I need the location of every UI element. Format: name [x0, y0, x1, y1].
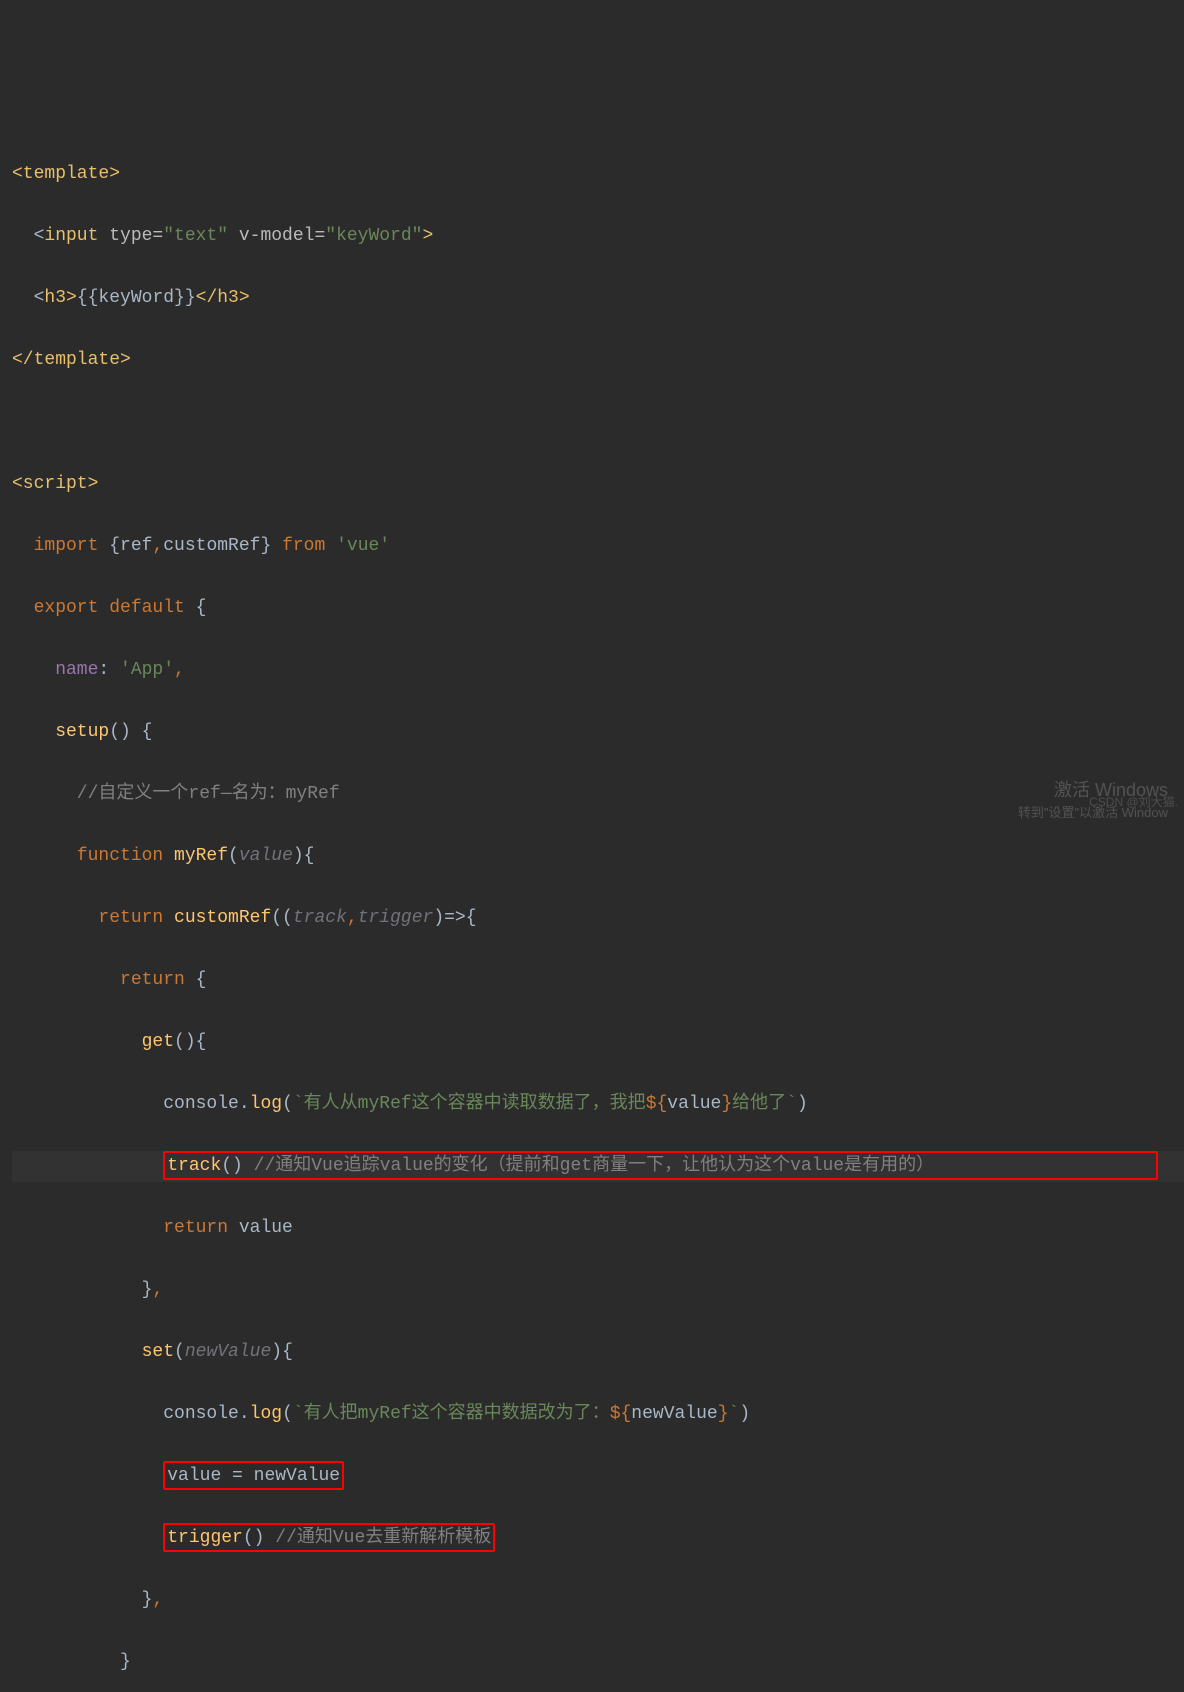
- code-line: <input type="text" v-model="keyWord">: [12, 221, 1184, 252]
- code-line: </template>: [12, 345, 1184, 376]
- code-line: //自定义一个ref—名为：myRef: [12, 779, 1184, 810]
- code-line: <template>: [12, 159, 1184, 190]
- code-line: export default {: [12, 593, 1184, 624]
- highlight-box: track() //通知Vue追踪value的变化（提前和get商量一下，让他认…: [163, 1151, 1158, 1180]
- code-line: return {: [12, 965, 1184, 996]
- code-line: [12, 407, 1184, 438]
- code-line: name: 'App',: [12, 655, 1184, 686]
- highlight-box: value = newValue: [163, 1461, 344, 1490]
- code-line: },: [12, 1585, 1184, 1616]
- code-editor[interactable]: <template> <input type="text" v-model="k…: [12, 128, 1184, 1692]
- code-line: console.log(`有人从myRef这个容器中读取数据了，我把${valu…: [12, 1089, 1184, 1120]
- highlight-box: trigger() //通知Vue去重新解析模板: [163, 1523, 495, 1552]
- code-line: <script>: [12, 469, 1184, 500]
- code-line: set(newValue){: [12, 1337, 1184, 1368]
- code-line: <h3>{{keyWord}}</h3>: [12, 283, 1184, 314]
- code-line: setup() {: [12, 717, 1184, 748]
- csdn-watermark: CSDN @刘大猫.: [1089, 787, 1178, 818]
- code-line: get(){: [12, 1027, 1184, 1058]
- code-line: track() //通知Vue追踪value的变化（提前和get商量一下，让他认…: [12, 1151, 1184, 1182]
- code-line: value = newValue: [12, 1461, 1184, 1492]
- code-line: import {ref,customRef} from 'vue': [12, 531, 1184, 562]
- code-line: },: [12, 1275, 1184, 1306]
- code-line: return customRef((track,trigger)=>{: [12, 903, 1184, 934]
- code-line: trigger() //通知Vue去重新解析模板: [12, 1523, 1184, 1554]
- code-line: }: [12, 1647, 1184, 1678]
- code-line: console.log(`有人把myRef这个容器中数据改为了：${newVal…: [12, 1399, 1184, 1430]
- code-line: return value: [12, 1213, 1184, 1244]
